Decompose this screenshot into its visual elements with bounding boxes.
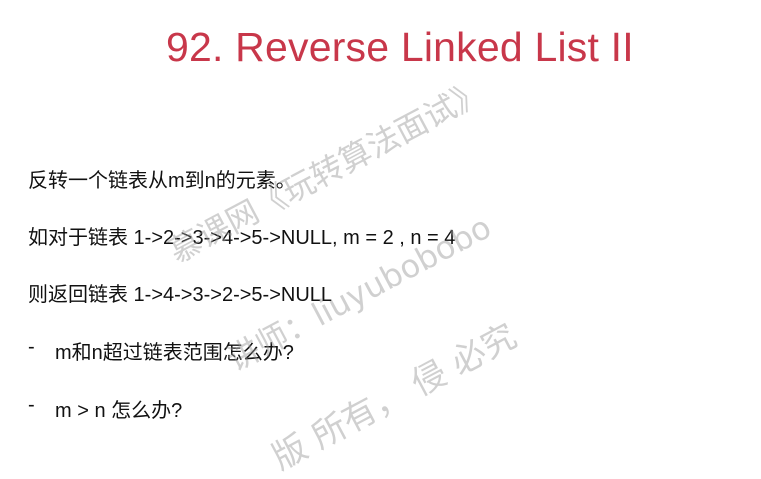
bullet-marker: - (28, 394, 35, 416)
bullet-question-order: m > n 怎么办? (55, 400, 183, 422)
slide-title: 92. Reverse Linked List II (166, 24, 634, 70)
bullet-marker: - (28, 336, 35, 358)
